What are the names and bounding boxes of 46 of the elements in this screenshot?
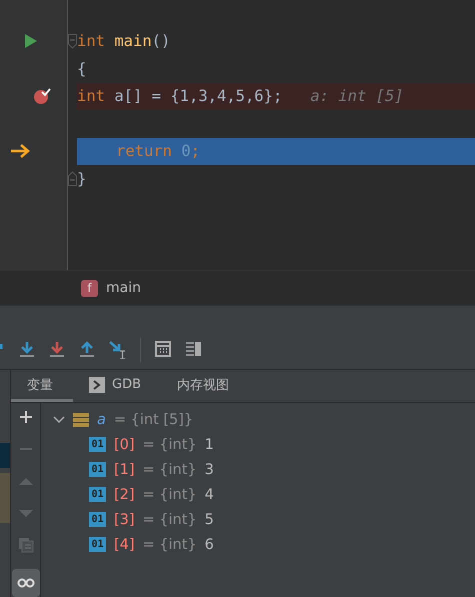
layout-icon[interactable] <box>185 341 201 359</box>
primitive-badge: 01 <box>89 487 106 502</box>
variable-name: [1] <box>114 462 135 478</box>
variable-type: = {int} <box>142 486 197 502</box>
variable-value: 1 <box>204 436 214 452</box>
variable-value: 4 <box>204 486 214 502</box>
breadcrumb-item[interactable]: main <box>106 280 141 296</box>
inline-value-hint: a: int [5] <box>310 87 404 106</box>
fold-icon[interactable] <box>68 171 77 186</box>
variable-name: [3] <box>114 512 135 528</box>
fold-icon[interactable] <box>68 34 77 49</box>
step-into-icon[interactable] <box>49 341 65 359</box>
variable-value: 5 <box>204 512 214 528</box>
chevron-down-icon[interactable] <box>53 416 65 424</box>
run-to-cursor-icon[interactable] <box>109 341 126 359</box>
calculator-icon[interactable] <box>155 341 171 359</box>
variable-type: = {int} <box>142 512 197 528</box>
panel-tab[interactable]: 内存视图 <box>161 370 250 402</box>
variable-type: = {int} <box>142 536 197 552</box>
panel-tab[interactable]: GDB <box>73 370 162 402</box>
breakpoint-icon[interactable] <box>33 87 51 106</box>
primitive-badge: 01 <box>89 512 106 527</box>
variable-type: = {int} <box>142 462 197 478</box>
function-badge: f <box>81 280 98 296</box>
code-line: int main() <box>77 32 170 50</box>
add-icon[interactable] <box>18 409 34 425</box>
variable-value: 3 <box>204 462 214 478</box>
variable-value: 6 <box>204 536 214 552</box>
variable-type: = {int} <box>142 436 197 452</box>
code-line: int a[] = {1,3,4,5,6}; <box>77 87 282 106</box>
primitive-badge: 01 <box>89 537 106 552</box>
variable-name: [2] <box>114 486 135 502</box>
primitive-badge: 01 <box>89 462 106 477</box>
step-into-icon[interactable] <box>19 341 35 359</box>
variable-name: [0] <box>114 436 135 452</box>
code-line: return 0; <box>116 142 200 160</box>
code-line: { <box>77 60 86 78</box>
variable-type: = {int [5]} <box>114 412 194 428</box>
array-icon <box>73 412 89 428</box>
code-line: } <box>77 170 86 188</box>
run-icon[interactable] <box>24 33 38 50</box>
primitive-badge: 01 <box>89 437 106 452</box>
variable-name: a <box>97 412 106 428</box>
step-out-icon[interactable] <box>79 341 95 359</box>
console-icon <box>89 376 105 392</box>
variable-name: [4] <box>114 536 135 552</box>
